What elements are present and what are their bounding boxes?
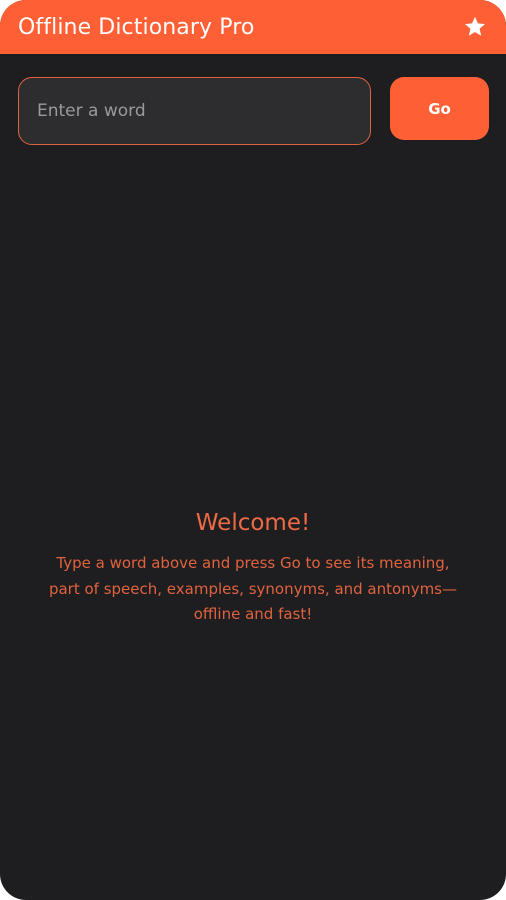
welcome-message: Type a word above and press Go to see it… bbox=[48, 554, 458, 623]
favorites-button[interactable] bbox=[460, 12, 490, 42]
app-screen: Offline Dictionary Pro Go Welcome! Type … bbox=[0, 0, 506, 900]
welcome-title: Welcome! bbox=[195, 510, 311, 536]
star-icon bbox=[465, 16, 485, 36]
app-title: Offline Dictionary Pro bbox=[18, 14, 255, 40]
word-input[interactable] bbox=[18, 77, 371, 145]
search-row: Go bbox=[18, 77, 489, 145]
app-bar: Offline Dictionary Pro bbox=[0, 0, 506, 54]
go-button[interactable]: Go bbox=[390, 77, 489, 140]
welcome-section: Welcome! Type a word above and press Go … bbox=[0, 507, 506, 628]
